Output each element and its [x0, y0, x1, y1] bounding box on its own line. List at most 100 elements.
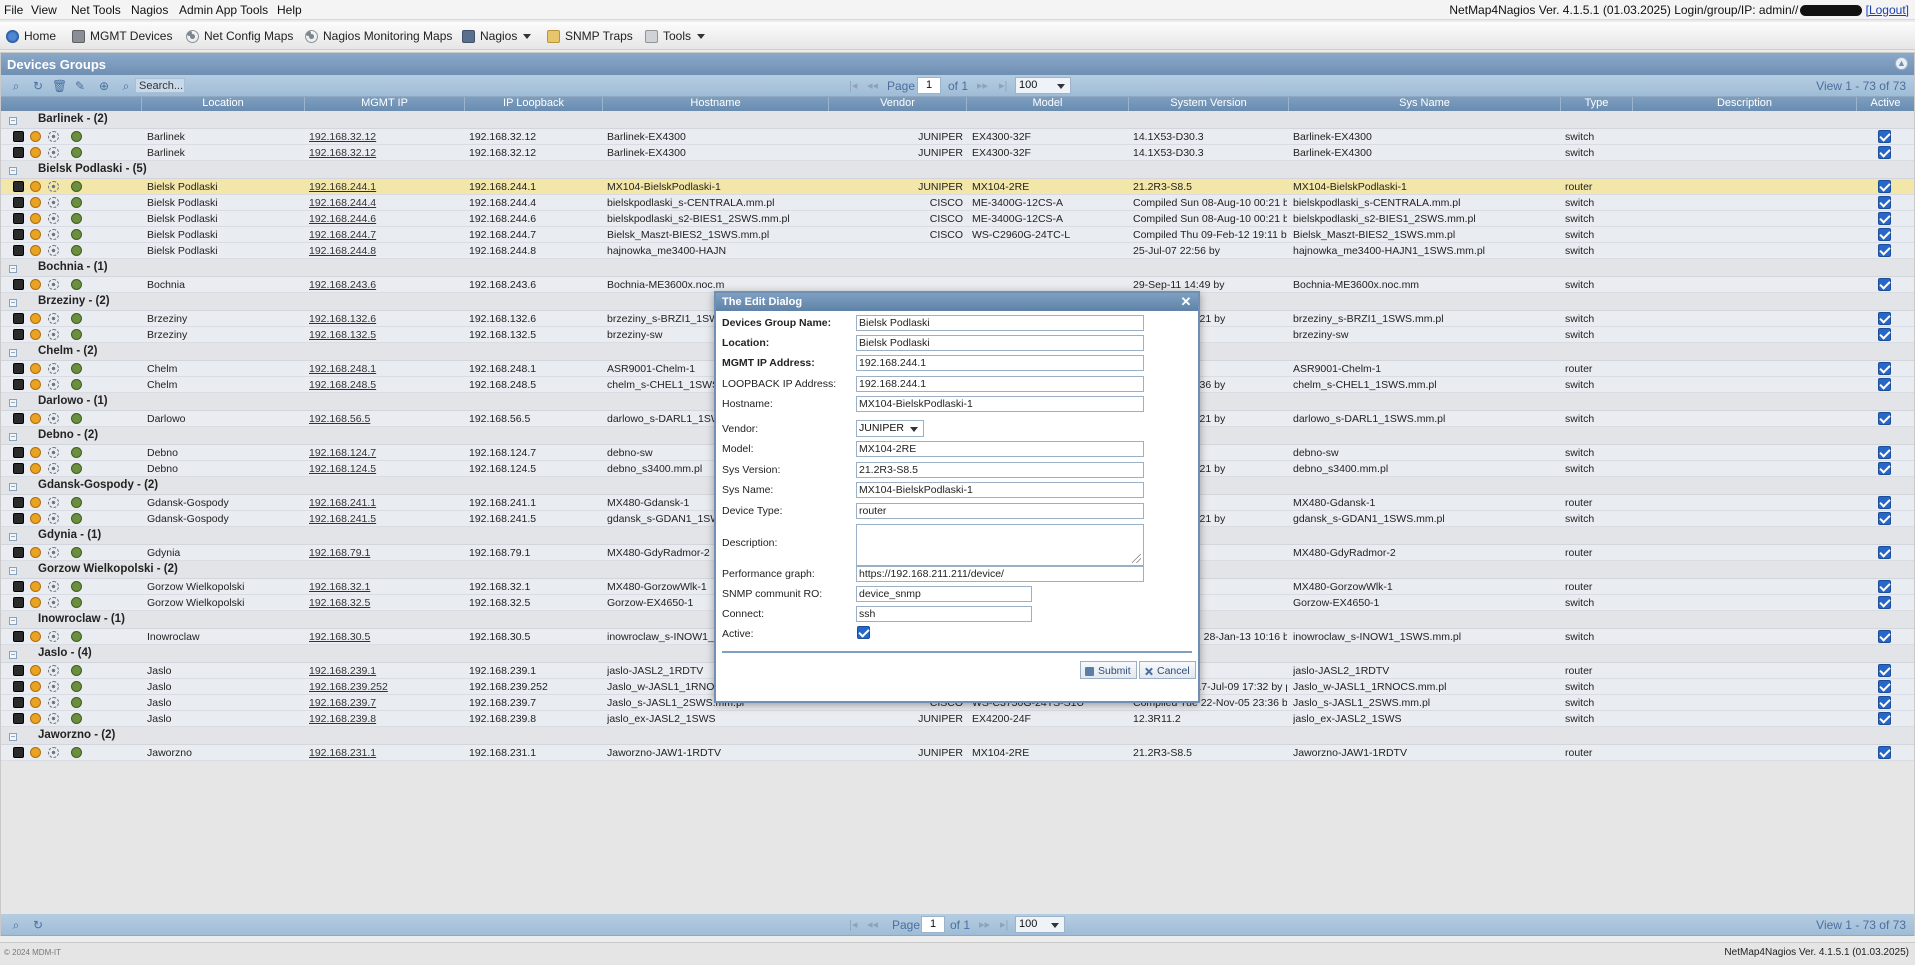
- edit-icon[interactable]: [30, 197, 41, 208]
- table-cell[interactable]: 192.168.244.8: [309, 245, 459, 258]
- expand-collapse-icon[interactable]: −: [9, 733, 17, 741]
- expand-collapse-icon[interactable]: −: [9, 265, 17, 273]
- logout-link[interactable]: [Logout]: [1866, 3, 1909, 17]
- expand-collapse-icon[interactable]: −: [9, 533, 17, 541]
- nagios-dropdown[interactable]: Nagios: [462, 28, 532, 44]
- edit-icon[interactable]: [30, 547, 41, 558]
- mgmt-ip-field[interactable]: 192.168.244.1: [856, 355, 1144, 371]
- console-icon[interactable]: [13, 597, 24, 608]
- edit-icon[interactable]: [30, 697, 41, 708]
- last-page-icon[interactable]: ▸|: [999, 79, 1007, 92]
- col-model[interactable]: Model: [967, 97, 1129, 111]
- edit-icon[interactable]: [30, 131, 41, 142]
- sys-version-field[interactable]: 21.2R3-S8.5: [856, 462, 1144, 478]
- active-checkbox[interactable]: [1878, 312, 1891, 325]
- first-page-icon[interactable]: |◂: [849, 79, 857, 92]
- edit-icon[interactable]: [30, 681, 41, 692]
- active-checkbox[interactable]: [1878, 244, 1891, 257]
- collapse-icon[interactable]: ▲: [1895, 57, 1908, 70]
- table-cell[interactable]: 192.168.124.7: [309, 447, 459, 460]
- active-checkbox[interactable]: [1878, 596, 1891, 609]
- active-checkbox[interactable]: [1878, 328, 1891, 341]
- monitor-icon[interactable]: [71, 447, 82, 458]
- expand-collapse-icon[interactable]: −: [9, 117, 17, 125]
- monitor-icon[interactable]: [71, 697, 82, 708]
- col-vendor[interactable]: Vendor: [829, 97, 967, 111]
- loopback-ip-field[interactable]: 192.168.244.1: [856, 376, 1144, 392]
- edit-icon[interactable]: [30, 147, 41, 158]
- console-icon[interactable]: [13, 463, 24, 474]
- table-cell[interactable]: 192.168.243.6: [309, 279, 459, 292]
- table-cell[interactable]: 192.168.32.12: [309, 131, 459, 144]
- table-cell[interactable]: 192.168.248.1: [309, 363, 459, 376]
- network-icon[interactable]: [48, 379, 59, 390]
- table-cell[interactable]: 192.168.239.7: [309, 697, 459, 710]
- edit-icon[interactable]: [30, 329, 41, 340]
- menu-help[interactable]: Help: [277, 3, 302, 17]
- network-icon[interactable]: [48, 681, 59, 692]
- edit-icon[interactable]: [30, 581, 41, 592]
- monitor-icon[interactable]: [71, 497, 82, 508]
- expand-collapse-icon[interactable]: −: [9, 349, 17, 357]
- edit-icon[interactable]: [30, 713, 41, 724]
- network-icon[interactable]: [48, 229, 59, 240]
- table-row[interactable]: Bielsk Podlaski 192.168.244.6 192.168.244.…: [1, 211, 1914, 227]
- network-icon[interactable]: [48, 197, 59, 208]
- snmp-traps-button[interactable]: SNMP Traps: [547, 28, 633, 44]
- monitor-icon[interactable]: [71, 147, 82, 158]
- edit-icon[interactable]: [30, 497, 41, 508]
- col-location[interactable]: Location: [142, 97, 305, 111]
- table-row[interactable]: Bielsk Podlaski 192.168.244.4 192.168.244.…: [1, 195, 1914, 211]
- monitor-icon[interactable]: [71, 463, 82, 474]
- active-checkbox[interactable]: [1878, 712, 1891, 725]
- menu-file[interactable]: File: [4, 3, 23, 17]
- edit-icon[interactable]: [30, 181, 41, 192]
- network-icon[interactable]: [48, 581, 59, 592]
- table-cell[interactable]: 192.168.132.6: [309, 313, 459, 326]
- monitor-icon[interactable]: [71, 131, 82, 142]
- active-checkbox[interactable]: [1878, 228, 1891, 241]
- table-cell[interactable]: 192.168.244.7: [309, 229, 459, 242]
- table-cell[interactable]: 192.168.244.4: [309, 197, 459, 210]
- search-icon[interactable]: ⌕: [9, 79, 23, 93]
- expand-collapse-icon[interactable]: −: [9, 299, 17, 307]
- table-cell[interactable]: 192.168.124.5: [309, 463, 459, 476]
- active-checkbox[interactable]: [1878, 362, 1891, 375]
- active-checkbox[interactable]: [1878, 412, 1891, 425]
- mgmt-devices-button[interactable]: MGMT Devices: [72, 28, 172, 44]
- console-icon[interactable]: [13, 413, 24, 424]
- active-checkbox[interactable]: [857, 626, 870, 639]
- active-checkbox[interactable]: [1878, 496, 1891, 509]
- network-icon[interactable]: [48, 713, 59, 724]
- active-checkbox[interactable]: [1878, 446, 1891, 459]
- network-icon[interactable]: [48, 513, 59, 524]
- active-checkbox[interactable]: [1878, 378, 1891, 391]
- edit-icon[interactable]: ✎: [73, 79, 87, 93]
- model-field[interactable]: MX104-2RE: [856, 441, 1144, 457]
- edit-icon[interactable]: [30, 413, 41, 424]
- edit-icon[interactable]: [30, 447, 41, 458]
- console-icon[interactable]: [13, 313, 24, 324]
- console-icon[interactable]: [13, 681, 24, 692]
- monitor-icon[interactable]: [71, 413, 82, 424]
- console-icon[interactable]: [13, 245, 24, 256]
- active-checkbox[interactable]: [1878, 196, 1891, 209]
- expand-collapse-icon[interactable]: −: [9, 167, 17, 175]
- console-icon[interactable]: [13, 447, 24, 458]
- console-icon[interactable]: [13, 213, 24, 224]
- monitor-icon[interactable]: [71, 313, 82, 324]
- expand-collapse-icon[interactable]: −: [9, 483, 17, 491]
- table-cell[interactable]: 192.168.239.8: [309, 713, 459, 726]
- menu-admin-app-tools[interactable]: Admin App Tools: [179, 3, 268, 17]
- edit-icon[interactable]: [30, 597, 41, 608]
- search-input[interactable]: Search...: [135, 78, 185, 93]
- menu-net-tools[interactable]: Net Tools: [71, 3, 121, 17]
- close-icon[interactable]: ✕: [1180, 295, 1192, 308]
- table-row[interactable]: Barlinek 192.168.32.12 192.168.32.12 Barlin…: [1, 129, 1914, 145]
- console-icon[interactable]: [13, 631, 24, 642]
- table-cell[interactable]: 192.168.239.252: [309, 681, 459, 694]
- group-header[interactable]: − Bielsk Podlaski - (5): [1, 161, 1914, 179]
- console-icon[interactable]: [13, 697, 24, 708]
- prev-page-icon[interactable]: ◂◂: [867, 79, 878, 92]
- console-icon[interactable]: [13, 147, 24, 158]
